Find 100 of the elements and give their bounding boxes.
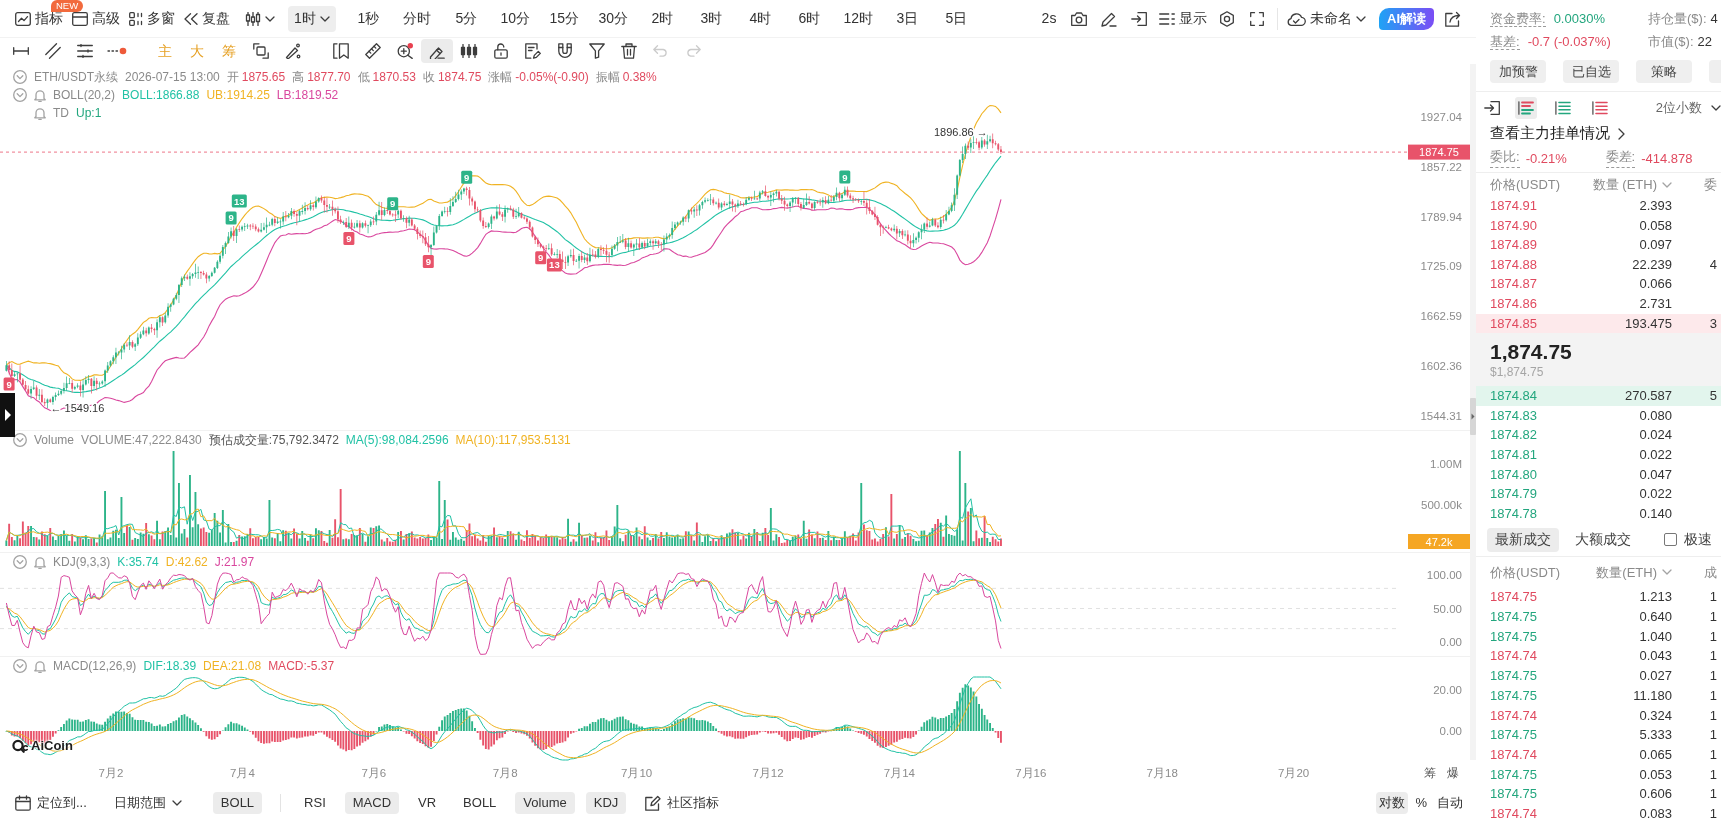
interval-button[interactable]: 2时: [637, 5, 687, 32]
indicator-tab[interactable]: KDJ: [585, 792, 627, 814]
magnet-icon[interactable]: [558, 43, 572, 59]
ruler-icon[interactable]: [365, 43, 381, 59]
scale-option[interactable]: %: [1412, 792, 1430, 814]
interval-button[interactable]: 3日: [882, 5, 932, 32]
interval-button[interactable]: 12时: [833, 5, 883, 32]
cloud-icon[interactable]: [1286, 11, 1306, 26]
trash-icon[interactable]: [621, 43, 637, 59]
interval-button[interactable]: 10分: [490, 5, 540, 32]
share-icon[interactable]: [1445, 10, 1461, 27]
caret-icon[interactable]: [265, 15, 275, 22]
fullscreen-icon[interactable]: [1250, 11, 1264, 26]
square-corners-icon[interactable]: [253, 43, 269, 59]
fast-mode-checkbox[interactable]: [1664, 533, 1677, 547]
price-axis-label: 1857.22: [1420, 160, 1462, 173]
td-signal-marker: 13: [546, 258, 562, 272]
time-text: 1: [1709, 745, 1718, 764]
indicator-tab[interactable]: Volume: [515, 792, 575, 814]
refresh-rate-button[interactable]: 2s: [1034, 5, 1064, 32]
dotted-line-icon[interactable]: [107, 47, 127, 55]
bracket-arrow-icon[interactable]: [1484, 100, 1500, 115]
date-axis-label: 7月12: [752, 767, 784, 779]
ohlc-label: 高: [292, 69, 305, 86]
column-header: 成: [1704, 563, 1718, 582]
camera-icon[interactable]: [1071, 11, 1087, 26]
amount-text: 0.066: [1639, 275, 1672, 294]
trades-tab[interactable]: 大额成交: [1567, 527, 1639, 552]
interval-button[interactable]: 30分: [588, 5, 638, 32]
filter-icon[interactable]: [589, 43, 605, 59]
collapse-icon[interactable]: [13, 433, 27, 447]
lock-icon[interactable]: [494, 43, 508, 59]
amount-text: 2.393: [1639, 197, 1672, 216]
grid-icon[interactable]: [129, 11, 143, 26]
action-button[interactable]: 已自选: [1563, 60, 1619, 83]
interval-dropdown[interactable]: 1时: [288, 5, 336, 32]
locate-button[interactable]: 定位到...: [11, 792, 91, 814]
interval-button[interactable]: 5日: [931, 5, 981, 32]
segment-icon[interactable]: [13, 47, 29, 55]
settings-icon[interactable]: [1219, 10, 1235, 27]
indicator-tab[interactable]: BOLL: [212, 792, 263, 814]
scale-option[interactable]: 对数: [1376, 792, 1409, 814]
chart-icon[interactable]: [15, 11, 31, 26]
indicator-tab[interactable]: MACD: [344, 792, 400, 814]
interval-button[interactable]: 分时: [392, 5, 442, 32]
caret-icon[interactable]: [1711, 104, 1721, 111]
bracket-arrow-icon[interactable]: [1131, 11, 1147, 26]
community-indicators-button[interactable]: 社区指标: [641, 792, 724, 814]
toolbar-button[interactable]: 多窗: [126, 5, 178, 32]
panel-icon[interactable]: [72, 11, 88, 26]
time-text: 1: [1709, 627, 1718, 646]
trades-tab[interactable]: 最新成交: [1487, 527, 1559, 552]
price-axis-label: 1725.09: [1420, 260, 1462, 273]
calendar-icon[interactable]: [15, 795, 31, 811]
edit-icon[interactable]: [645, 795, 662, 811]
td-signal-marker: 9: [535, 251, 547, 265]
interval-button[interactable]: 1秒: [343, 5, 393, 32]
chevron-right-icon[interactable]: [1618, 128, 1625, 140]
caret-icon[interactable]: [1356, 15, 1366, 22]
zoom-in-icon[interactable]: [397, 43, 413, 59]
time-text: 1: [1709, 726, 1718, 745]
axis-button[interactable]: 爆: [1442, 763, 1464, 783]
pencil-dots-icon[interactable]: [285, 43, 301, 59]
fast-mode-toggle[interactable]: 极速: [1664, 529, 1712, 550]
indicator-tab[interactable]: VR: [410, 792, 445, 814]
indicator-tab[interactable]: BOLL: [455, 792, 505, 814]
panel-handle-icon[interactable]: [1470, 398, 1476, 435]
axis-button[interactable]: 筹: [1419, 763, 1441, 783]
precision-dropdown[interactable]: 2位小数: [1655, 97, 1721, 118]
candlestick-icon[interactable]: [245, 11, 261, 26]
pencil-icon[interactable]: [1101, 10, 1117, 27]
caret-icon[interactable]: [171, 800, 182, 806]
ticked-lines-icon[interactable]: [77, 44, 93, 58]
stat-label: 持仓量($):: [1648, 9, 1707, 28]
action-button[interactable]: 策略: [1636, 60, 1692, 83]
bookmark-icon[interactable]: [333, 43, 349, 59]
layout-dropdown[interactable]: 未命名: [1283, 5, 1369, 32]
candles-icon[interactable]: [460, 44, 478, 58]
date-axis-label: 7月18: [1146, 767, 1178, 779]
indicator-tab[interactable]: RSI: [296, 792, 334, 814]
caret-icon[interactable]: [319, 15, 330, 22]
ohlc-value: 1870.53: [372, 69, 416, 86]
interval-button[interactable]: 4时: [735, 5, 785, 32]
interval-button[interactable]: 3时: [686, 5, 736, 32]
action-button[interactable]: 加预警: [1490, 60, 1546, 83]
interval-button[interactable]: 6时: [784, 5, 834, 32]
parallel-lines-icon[interactable]: [45, 43, 61, 59]
interval-button[interactable]: 15分: [539, 5, 589, 32]
toolbar-button[interactable]: 复盘: [181, 5, 233, 32]
ai-analysis-button[interactable]: AI解读: [1379, 7, 1434, 30]
display-button[interactable]: 显示: [1156, 5, 1210, 32]
interval-button[interactable]: 5分: [441, 5, 491, 32]
edit-note-icon[interactable]: [525, 43, 541, 59]
list-icon[interactable]: [1159, 12, 1175, 25]
scale-option[interactable]: 自动: [1434, 792, 1466, 814]
price-text: 1874.75: [1490, 627, 1538, 646]
main-orders-link[interactable]: 查看主力挂单情况: [1490, 123, 1625, 145]
drawing-tool-button[interactable]: [421, 39, 453, 63]
rewind-icon[interactable]: [184, 12, 198, 25]
date-range-dropdown[interactable]: 日期范围: [109, 792, 186, 814]
